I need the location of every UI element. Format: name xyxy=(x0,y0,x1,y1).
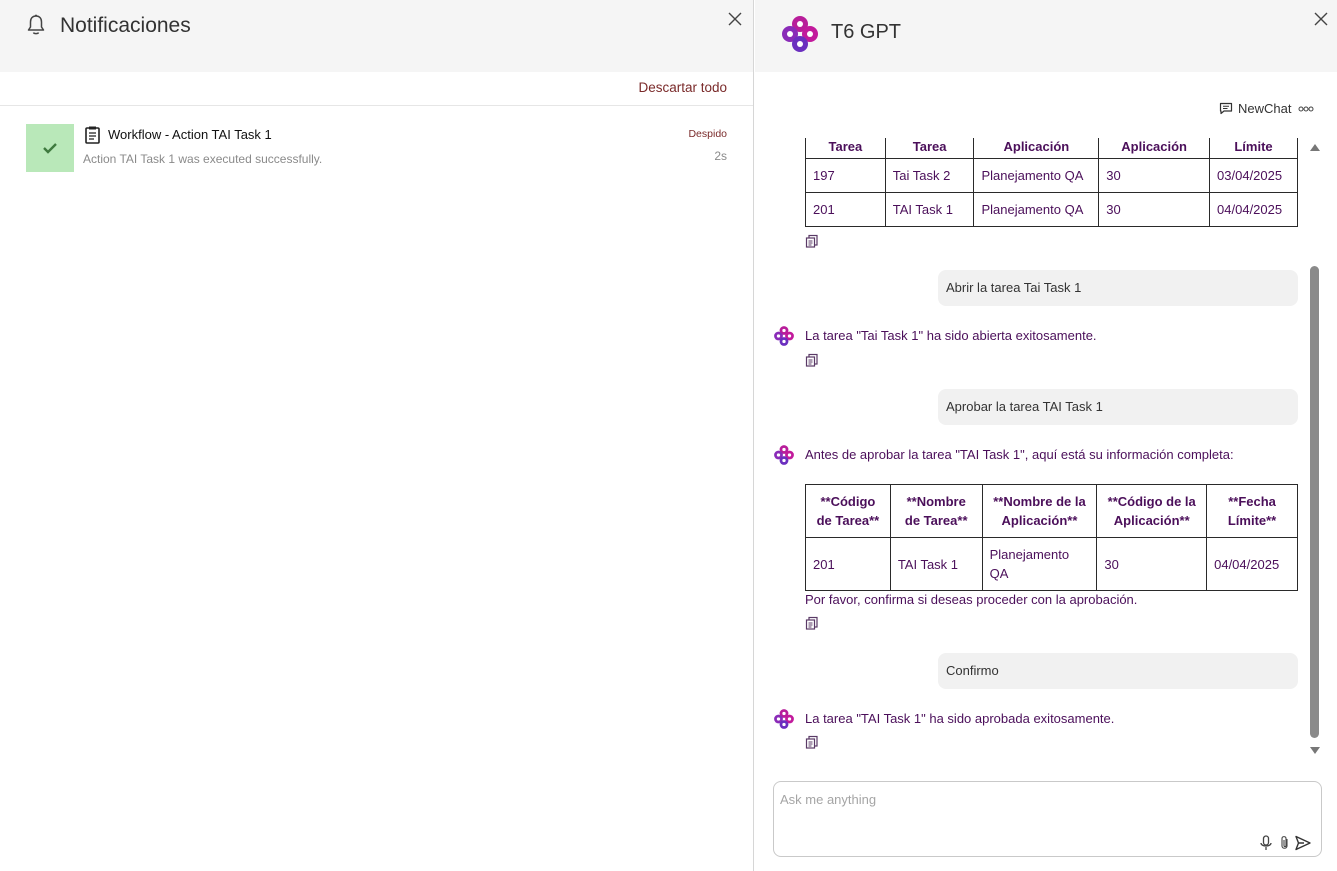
dismiss-all-link[interactable]: Descartar todo xyxy=(638,80,727,95)
message-list: Tarea Tarea Aplicación Aplicación Límite… xyxy=(755,138,1307,758)
copy-icon[interactable] xyxy=(805,616,819,630)
table-cell: Tai Task 2 xyxy=(884,158,975,193)
table-cell: 201 xyxy=(805,192,886,227)
new-chat-button[interactable]: NewChat xyxy=(1219,99,1291,117)
table-cell: 30 xyxy=(1098,192,1211,227)
notification-name: Workflow - Action TAI Task 1 xyxy=(108,127,272,142)
table-cell: TAI Task 1 xyxy=(889,537,983,591)
chat-header: T6 GPT xyxy=(755,0,1337,72)
table-cell: 197 xyxy=(805,158,886,193)
table-cell: 201 xyxy=(805,537,891,591)
notification-item[interactable]: Workflow - Action TAI Task 1 Action TAI … xyxy=(0,106,753,186)
copy-icon[interactable] xyxy=(805,353,819,367)
close-icon[interactable] xyxy=(1312,10,1330,28)
table-cell: 30 xyxy=(1098,158,1211,193)
notifications-title: Notificaciones xyxy=(60,14,191,37)
user-message: Aprobar la tarea TAI Task 1 xyxy=(938,389,1298,425)
document-icon xyxy=(85,126,100,144)
copy-icon[interactable] xyxy=(805,234,819,248)
notifications-panel: Notificaciones Descartar todo Workflow -… xyxy=(0,0,754,871)
t6-logo-icon xyxy=(774,445,794,465)
header-line: **Código xyxy=(820,494,876,509)
header-line: **Nombre xyxy=(906,494,966,509)
user-message: Abrir la tarea Tai Task 1 xyxy=(938,270,1298,306)
table-cell: Planejamento QA xyxy=(981,537,1098,591)
table-header-row: **Código de Tarea** **Nombre de Tarea** **… xyxy=(805,484,1298,538)
chat-input-box[interactable] xyxy=(773,781,1322,857)
table-header-cell: Aplicación xyxy=(973,138,1100,159)
header-line: de Tarea** xyxy=(816,513,880,528)
table-cell: Planejamento QA xyxy=(973,158,1100,193)
notification-description: Action TAI Task 1 was executed successfu… xyxy=(83,152,323,166)
paperclip-icon[interactable] xyxy=(1279,835,1291,851)
task-detail-table: **Código de Tarea** **Nombre de Tarea** **… xyxy=(805,484,1298,591)
table-header-cell: Aplicación xyxy=(1098,138,1211,159)
notifications-header: Notificaciones xyxy=(0,0,753,72)
more-dots-icon[interactable] xyxy=(1298,104,1314,114)
table-header-cell: **Código de la Aplicación** xyxy=(1096,484,1208,538)
table-cell: 04/04/2025 xyxy=(1209,192,1298,227)
dismiss-bar: Descartar todo xyxy=(0,72,753,106)
table-row: 197 Tai Task 2 Planejamento QA 30 03/04/… xyxy=(805,158,1298,193)
table-header-cell: **Nombre de Tarea** xyxy=(889,484,983,538)
copy-icon[interactable] xyxy=(805,735,819,749)
notification-state: Despido xyxy=(688,128,727,140)
task-table: Tarea Tarea Aplicación Aplicación Límite… xyxy=(805,138,1298,227)
header-line: **Nombre de la xyxy=(993,494,1086,509)
chat-bubble-icon xyxy=(1219,102,1233,114)
table-cell: 03/04/2025 xyxy=(1209,158,1298,193)
header-line: **Código de la xyxy=(1107,494,1196,509)
bot-message: Antes de aprobar la tarea "TAI Task 1", … xyxy=(805,447,1234,462)
bell-icon xyxy=(27,14,45,35)
header-line: Aplicación** xyxy=(1113,513,1190,528)
header-line: Límite** xyxy=(1227,513,1277,528)
table-header-cell: **Fecha Límite** xyxy=(1206,484,1298,538)
t6-logo-icon xyxy=(782,16,818,52)
header-line: de Tarea** xyxy=(904,513,968,528)
send-icon[interactable] xyxy=(1294,834,1312,852)
header-line: **Fecha xyxy=(1228,494,1276,509)
table-header-cell: **Nombre de la Aplicación** xyxy=(981,484,1098,538)
bot-message-followup: Por favor, confirma si deseas proceder c… xyxy=(805,592,1138,607)
table-row: 201 TAI Task 1 Planejamento QA 30 04/04/… xyxy=(805,192,1298,227)
header-line: Aplicación** xyxy=(1001,513,1078,528)
table-header-cell: Tarea xyxy=(884,138,975,159)
table-cell: Planejamento QA xyxy=(973,192,1100,227)
t6-logo-icon xyxy=(774,326,794,346)
table-cell: TAI Task 1 xyxy=(884,192,975,227)
table-header-cell: Tarea xyxy=(805,138,886,159)
scrollbar-thumb[interactable] xyxy=(1310,266,1319,738)
chat-input[interactable] xyxy=(780,789,1250,809)
scroll-up-arrow-icon[interactable] xyxy=(1310,144,1320,151)
close-icon[interactable] xyxy=(726,10,744,28)
table-row: 201 TAI Task 1 Planejamento QA 30 04/04/… xyxy=(805,537,1298,591)
table-cell: 30 xyxy=(1096,537,1208,591)
table-header-cell: Límite xyxy=(1209,138,1298,159)
notification-status-tile xyxy=(26,124,74,172)
chat-panel: T6 GPT NewChat Tarea Tarea Aplicación Ap… xyxy=(755,0,1337,871)
scroll-down-arrow-icon[interactable] xyxy=(1310,747,1320,754)
t6-logo-icon xyxy=(774,709,794,729)
notification-age: 2s xyxy=(714,149,727,163)
bot-message: La tarea "TAI Task 1" ha sido aprobada e… xyxy=(805,711,1115,726)
table-header-row: Tarea Tarea Aplicación Aplicación Límite xyxy=(805,138,1298,159)
check-icon xyxy=(43,143,57,154)
user-message: Confirmo xyxy=(938,653,1298,689)
new-chat-label: NewChat xyxy=(1238,100,1292,116)
chat-title: T6 GPT xyxy=(831,21,902,43)
messages-scrollbar[interactable] xyxy=(1308,138,1322,760)
table-cell: 04/04/2025 xyxy=(1206,537,1298,591)
microphone-icon[interactable] xyxy=(1259,835,1273,851)
bot-message: La tarea "Tai Task 1" ha sido abierta ex… xyxy=(805,328,1097,343)
table-header-cell: **Código de Tarea** xyxy=(805,484,891,538)
